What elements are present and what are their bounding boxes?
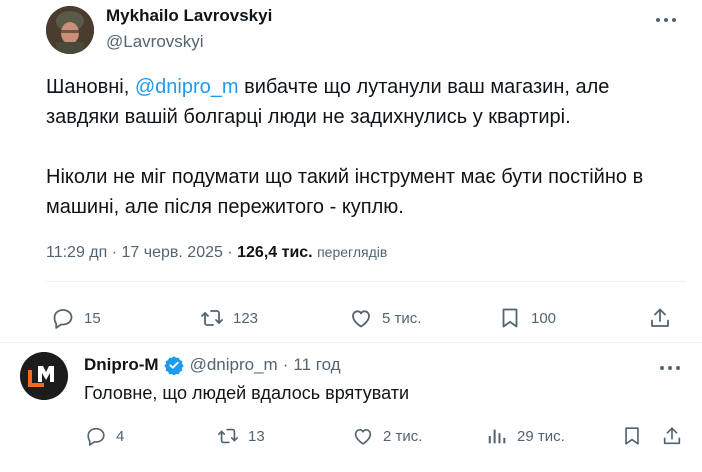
- share-icon: [651, 308, 669, 327]
- tweet-text-segment: Шановні,: [46, 76, 135, 98]
- like-icon: [352, 310, 370, 328]
- repost-count: 123: [233, 309, 259, 327]
- bookmark-button[interactable]: 100: [497, 306, 556, 330]
- reply-bookmark-button[interactable]: [620, 425, 644, 447]
- bookmark-icon: [625, 427, 639, 445]
- reply-views-button[interactable]: 29 тис.: [485, 425, 565, 447]
- bookmark-icon: [502, 308, 518, 328]
- reply-like-button[interactable]: 2 тис.: [351, 425, 422, 447]
- tweet-text: Шановні, @dnipro_m вибачте що лутанули в…: [46, 72, 686, 222]
- verified-icon: [163, 356, 184, 375]
- reply-text: Головне, що людей вдалось врятувати: [84, 383, 409, 403]
- share-button[interactable]: [647, 306, 673, 330]
- author-name[interactable]: Mykhailo Lavrovskyi: [106, 6, 272, 26]
- reply-button[interactable]: 15: [50, 306, 101, 330]
- repost-icon: [218, 428, 238, 444]
- share-icon: [663, 427, 681, 445]
- tweet-text-line: машині, але після пережитого - куплю.: [46, 196, 404, 218]
- views-icon: [488, 429, 506, 444]
- mention-link[interactable]: @dnipro_m: [135, 76, 239, 98]
- reply-count: 4: [116, 427, 125, 445]
- bookmark-count: 100: [531, 309, 557, 327]
- tweet-text-line: завдяки вашій болгарці люди не задихнули…: [46, 106, 571, 128]
- like-count: 2 тис.: [383, 427, 423, 445]
- views-label: переглядів: [317, 244, 388, 260]
- more-icon: [660, 366, 680, 370]
- divider: [46, 281, 686, 282]
- meta-separator: ·: [227, 244, 233, 261]
- repost-count: 13: [248, 427, 265, 445]
- reply-share-button[interactable]: [660, 425, 684, 447]
- meta-separator: ·: [111, 244, 118, 261]
- main-tweet: Mykhailo Lavrovskyi @Lavrovskyi Шановні,…: [0, 0, 702, 342]
- reply-count: 15: [84, 309, 101, 327]
- reply-more-options-button[interactable]: [656, 358, 684, 378]
- tweet-time[interactable]: 11:29 дп: [46, 244, 107, 261]
- like-count: 5 тис.: [382, 309, 422, 327]
- repost-icon: [201, 310, 223, 326]
- reply-author-handle[interactable]: @dnipro_m: [190, 355, 278, 375]
- like-button[interactable]: 5 тис.: [348, 306, 421, 330]
- author-avatar[interactable]: [46, 6, 94, 54]
- views-count: 126,4 тис.: [237, 244, 313, 261]
- repost-button[interactable]: 123: [199, 306, 258, 330]
- reply-repost-button[interactable]: 13: [216, 425, 265, 447]
- tweet-meta: 11:29 дп · 17 черв. 2025 · 126,4 тис. пе…: [46, 244, 387, 262]
- views-count: 29 тис.: [517, 427, 565, 445]
- more-icon: [656, 18, 676, 22]
- reply-reply-button[interactable]: 4: [84, 425, 124, 447]
- tweet-date[interactable]: 17 черв. 2025: [122, 244, 223, 261]
- thread-divider: [0, 342, 702, 343]
- reply-time[interactable]: 11 год: [293, 355, 340, 375]
- reply-icon: [87, 427, 105, 446]
- like-icon: [354, 429, 372, 445]
- reply-author-avatar[interactable]: [20, 352, 68, 400]
- meta-separator: ·: [282, 355, 289, 374]
- tweet-text-segment: вибачте що лутанули ваш магазин, але: [238, 76, 610, 98]
- reply-author-name[interactable]: Dnipro-M: [84, 355, 159, 375]
- reply-icon: [53, 309, 73, 329]
- reply-header: Dnipro-M @dnipro_m · 11 год: [84, 355, 341, 375]
- author-handle[interactable]: @Lavrovskyi: [106, 32, 204, 52]
- tweet-text-line: Ніколи не міг подумати що такий інструме…: [46, 166, 644, 188]
- more-options-button[interactable]: [652, 10, 680, 30]
